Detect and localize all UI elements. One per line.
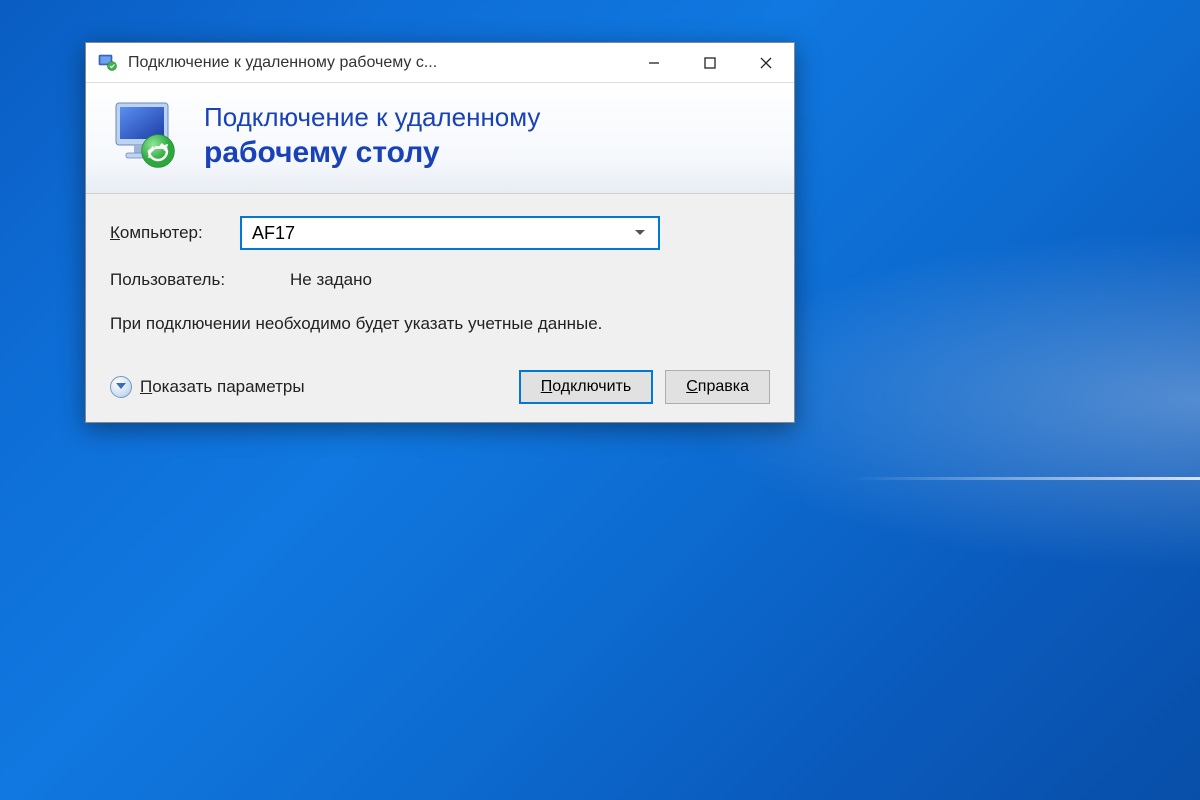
user-value: Не задано <box>290 270 372 290</box>
credentials-hint: При подключении необходимо будет указать… <box>110 312 610 336</box>
computer-input[interactable] <box>252 223 630 244</box>
window-controls <box>626 43 794 83</box>
window-titlebar[interactable]: Подключение к удаленному рабочему с... <box>86 43 794 83</box>
window-title: Подключение к удаленному рабочему с... <box>128 54 626 72</box>
header-text: Подключение к удаленному рабочему столу <box>204 101 540 171</box>
desktop-background-highlight <box>850 477 1200 480</box>
connect-button[interactable]: Подключить <box>519 370 653 404</box>
footer-row: Показать параметры Подключить Справка <box>110 366 770 404</box>
content-area: Компьютер: Пользователь: Не задано При п… <box>86 194 794 422</box>
header-banner: Подключение к удаленному рабочему столу <box>86 83 794 194</box>
header-line-2: рабочему столу <box>204 134 540 172</box>
chevron-down-icon[interactable] <box>630 229 650 237</box>
computer-combobox[interactable] <box>240 216 660 250</box>
user-row: Пользователь: Не задано <box>110 270 770 290</box>
close-button[interactable] <box>738 43 794 83</box>
rdp-app-icon <box>96 51 120 75</box>
rdp-large-icon <box>108 97 186 175</box>
show-options-label: Показать параметры <box>140 377 305 397</box>
computer-label: Компьютер: <box>110 223 240 243</box>
minimize-button[interactable] <box>626 43 682 83</box>
header-line-1: Подключение к удаленному <box>204 101 540 134</box>
computer-row: Компьютер: <box>110 216 770 250</box>
user-label: Пользователь: <box>110 270 290 290</box>
rdp-connection-window: Подключение к удаленному рабочему с... <box>85 42 795 423</box>
maximize-button[interactable] <box>682 43 738 83</box>
expand-down-icon <box>110 376 132 398</box>
help-button[interactable]: Справка <box>665 370 770 404</box>
show-options-link[interactable]: Показать параметры <box>110 376 305 398</box>
